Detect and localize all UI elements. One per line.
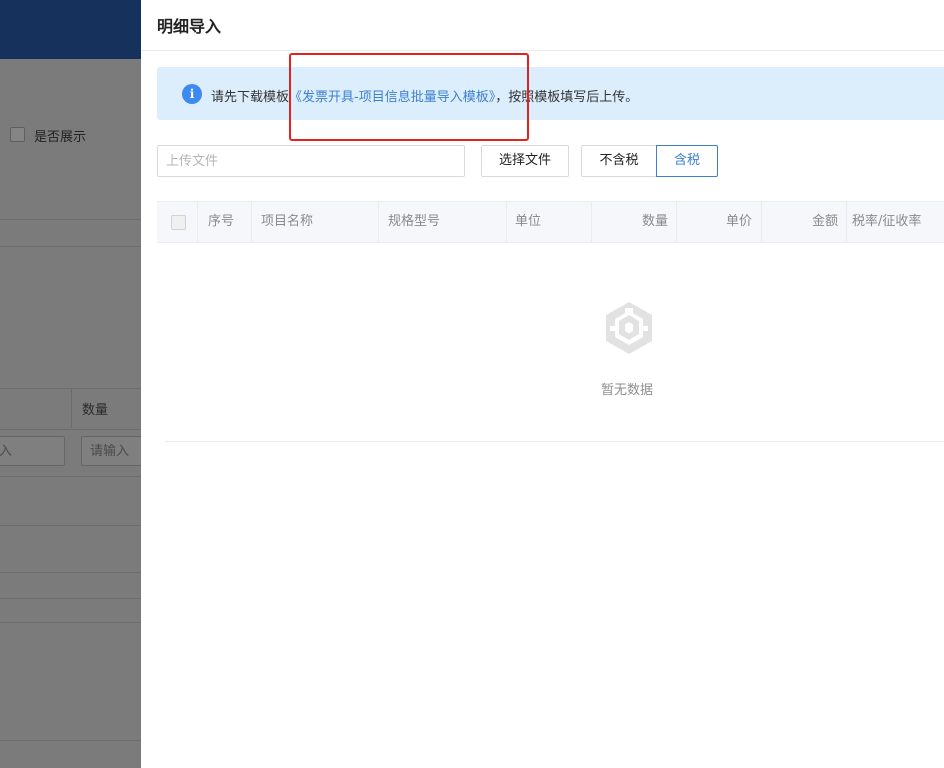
background-show-label: 是否展示 <box>34 130 87 145</box>
select-all-checkbox[interactable] <box>171 215 186 230</box>
column-divider <box>197 202 198 242</box>
column-header-quantity: 数量 <box>641 214 668 229</box>
background-divider <box>0 598 141 599</box>
background-divider <box>0 219 141 220</box>
annotation-highlight-box <box>289 53 529 141</box>
background-divider <box>0 476 141 477</box>
drawer-header: 明细导入 <box>141 0 944 51</box>
background-divider <box>0 246 141 247</box>
upload-file-input[interactable] <box>157 145 465 177</box>
column-header-tax-rate: 税率/征收率 <box>852 214 922 229</box>
column-divider <box>251 202 252 242</box>
background-show-checkbox <box>10 127 25 142</box>
background-table-divider <box>71 388 72 428</box>
template-alert: i 请先下载模板《发票开具-项目信息批量导入模板》，按照模板填写后上传。 <box>157 67 944 120</box>
choose-file-button[interactable]: 选择文件 <box>481 145 569 177</box>
detail-import-drawer: 明细导入 i 请先下载模板《发票开具-项目信息批量导入模板》，按照模板填写后上传… <box>141 0 944 768</box>
background-input: 入 <box>0 436 65 466</box>
column-divider <box>846 202 847 242</box>
tax-exclusive-option[interactable]: 不含税 <box>581 145 657 177</box>
background-quantity-header: 数量 <box>82 403 109 418</box>
background-divider <box>0 525 141 526</box>
column-header-spec-model: 规格型号 <box>388 214 441 229</box>
alert-prefix: 请先下载模板 <box>211 90 290 105</box>
column-divider <box>506 202 507 242</box>
info-icon: i <box>182 84 202 104</box>
background-divider <box>0 740 141 741</box>
background-divider <box>0 622 141 623</box>
column-header-amount: 金额 <box>811 214 838 229</box>
tax-inclusive-option[interactable]: 含税 <box>656 145 718 177</box>
table-header: 序号 项目名称 规格型号 单位 数量 单价 金额 税率/征收率 <box>157 201 944 243</box>
background-divider <box>0 572 141 573</box>
column-header-unit: 单位 <box>515 214 542 229</box>
column-divider <box>378 202 379 242</box>
drawer-title: 明细导入 <box>157 17 222 36</box>
empty-state-text: 暂无数据 <box>601 383 654 398</box>
column-header-unit-price: 单价 <box>725 214 752 229</box>
column-header-index: 序号 <box>208 214 235 229</box>
column-header-item-name: 项目名称 <box>261 214 314 229</box>
table-bottom-border <box>165 441 944 442</box>
empty-box-icon <box>606 302 652 354</box>
